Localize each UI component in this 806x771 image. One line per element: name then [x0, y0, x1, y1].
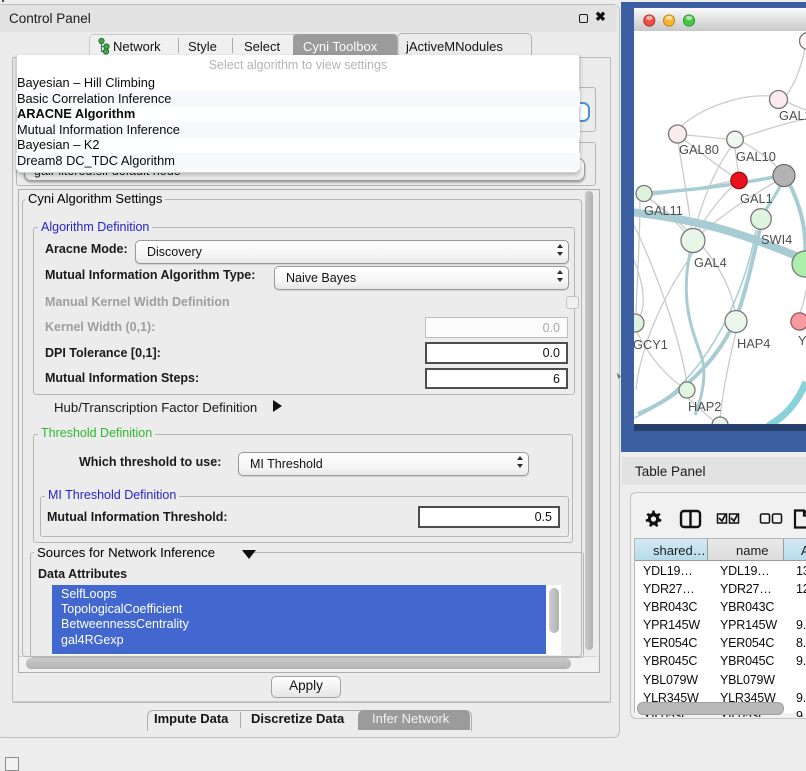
svg-text:GAL11: GAL11 — [644, 203, 683, 218]
svg-text:GCY1: GCY1 — [634, 337, 668, 352]
svg-text:HAP2: HAP2 — [688, 399, 721, 414]
svg-text:GAL80: GAL80 — [679, 142, 719, 157]
svg-text:HAP4: HAP4 — [737, 336, 770, 351]
svg-text:GAL1: GAL1 — [740, 191, 773, 206]
svg-text:GAL10: GAL10 — [736, 149, 776, 164]
svg-text:Y: Y — [798, 333, 806, 348]
svg-text:SWI4: SWI4 — [761, 232, 792, 247]
svg-text:GAL2: GAL2 — [779, 108, 806, 123]
svg-text:GAL4: GAL4 — [694, 255, 727, 270]
